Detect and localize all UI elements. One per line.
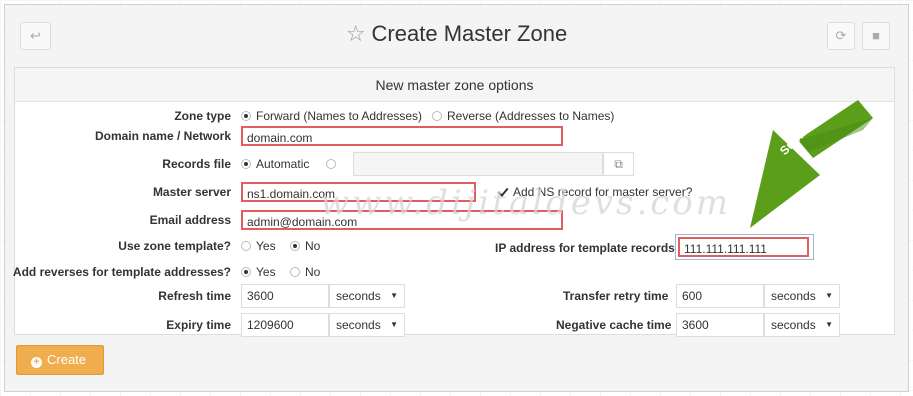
transfer-retry-unit-select[interactable]: seconds ▼ — [764, 284, 840, 308]
panel-heading: New master zone options — [15, 68, 894, 102]
negative-cache-label: Negative cache time — [556, 318, 672, 332]
star-icon[interactable]: ☆ — [346, 21, 366, 46]
radio-reverses-no-label: No — [305, 265, 321, 279]
radio-custom-file[interactable] — [326, 159, 336, 169]
radio-reverses-no[interactable] — [290, 267, 300, 277]
refresh-button[interactable]: ⟳ — [827, 22, 855, 50]
records-file-label: Records file — [162, 157, 231, 171]
plus-circle-icon: + — [31, 357, 42, 368]
master-server-label: Master server — [152, 185, 231, 199]
radio-forward-label: Forward (Names to Addresses) — [256, 109, 423, 123]
file-chooser-button[interactable]: ⧉ — [603, 152, 634, 176]
page-title: ☆ Create Master Zone — [5, 19, 908, 49]
ip-template-label: IP address for template records — [495, 241, 675, 255]
caret-down-icon: ▼ — [390, 291, 398, 300]
add-reverses-label: Add reverses for template addresses? — [12, 265, 231, 279]
use-template-yes[interactable]: Yes — [241, 234, 276, 258]
negative-cache-input[interactable]: 3600 — [676, 313, 764, 337]
create-button-label: Create — [47, 352, 87, 367]
negative-cache-unit-select[interactable]: seconds ▼ — [764, 313, 840, 337]
caret-down-icon: ▼ — [825, 320, 833, 329]
radio-reverses-yes-label: Yes — [256, 265, 276, 279]
use-template-no[interactable]: No — [290, 234, 320, 258]
transfer-retry-input[interactable]: 600 — [676, 284, 764, 308]
radio-automatic[interactable] — [241, 159, 251, 169]
add-reverses-no[interactable]: No — [290, 260, 320, 284]
ip-template-field-frame: 111.111.111.111 — [675, 234, 814, 260]
use-template-label: Use zone template? — [118, 239, 231, 253]
expiry-unit-select[interactable]: seconds ▼ — [329, 313, 405, 337]
domain-label: Domain name / Network — [94, 129, 231, 143]
radio-reverse[interactable] — [432, 111, 442, 121]
transfer-retry-label: Transfer retry time — [563, 289, 669, 303]
refresh-icon: ⟳ — [835, 28, 847, 43]
master-server-input[interactable]: ns1.domain.com — [241, 182, 476, 202]
page-title-text: Create Master Zone — [371, 21, 568, 46]
add-reverses-yes[interactable]: Yes — [241, 260, 276, 284]
row-use-template: Use zone template? Yes No IP address for… — [15, 234, 896, 260]
records-automatic-option[interactable]: Automatic — [241, 152, 309, 176]
radio-template-yes-label: Yes — [256, 239, 276, 253]
refresh-unit-select[interactable]: seconds ▼ — [329, 284, 405, 308]
caret-down-icon: ▼ — [825, 291, 833, 300]
expiry-input[interactable]: 1209600 — [241, 313, 329, 337]
negative-cache-unit-value: seconds — [771, 318, 816, 332]
row-expiry: Expiry time 1209600 seconds ▼ Negative ca… — [15, 313, 896, 337]
file-chooser-icon: ⧉ — [614, 157, 623, 171]
email-input[interactable]: admin@domain.com — [241, 210, 563, 230]
add-ns-label: Add NS record for master server? — [513, 185, 693, 199]
create-button[interactable]: + Create — [16, 345, 104, 375]
expiry-unit-value: seconds — [336, 318, 381, 332]
radio-template-yes[interactable] — [241, 241, 251, 251]
radio-template-no-label: No — [305, 239, 321, 253]
email-label: Email address — [149, 213, 231, 227]
domain-input[interactable]: domain.com — [241, 126, 563, 146]
add-ns-checkbox[interactable] — [497, 186, 508, 197]
refresh-input[interactable]: 3600 — [241, 284, 329, 308]
row-add-reverses: Add reverses for template addresses? Yes… — [12, 260, 896, 284]
transfer-retry-unit-value: seconds — [771, 289, 816, 303]
refresh-label: Refresh time — [158, 289, 231, 303]
radio-forward[interactable] — [241, 111, 251, 121]
row-refresh: Refresh time 3600 seconds ▼ Transfer retr… — [15, 284, 896, 308]
caret-down-icon: ▼ — [390, 320, 398, 329]
radio-template-no[interactable] — [290, 241, 300, 251]
refresh-unit-value: seconds — [336, 289, 381, 303]
records-custom-option[interactable] — [326, 152, 341, 176]
radio-reverses-yes[interactable] — [241, 267, 251, 277]
radio-automatic-label: Automatic — [256, 157, 310, 171]
expiry-label: Expiry time — [166, 318, 231, 332]
stop-button[interactable]: ■ — [862, 22, 890, 50]
add-ns-record-option[interactable]: Add NS record for master server? — [497, 180, 692, 204]
radio-reverse-label: Reverse (Addresses to Names) — [447, 109, 615, 123]
stop-icon: ■ — [872, 28, 880, 43]
records-file-input[interactable] — [353, 152, 603, 176]
header-bar: ↩ ☆ Create Master Zone ⟳ ■ — [5, 5, 908, 61]
ip-template-input[interactable]: 111.111.111.111 — [678, 237, 809, 257]
